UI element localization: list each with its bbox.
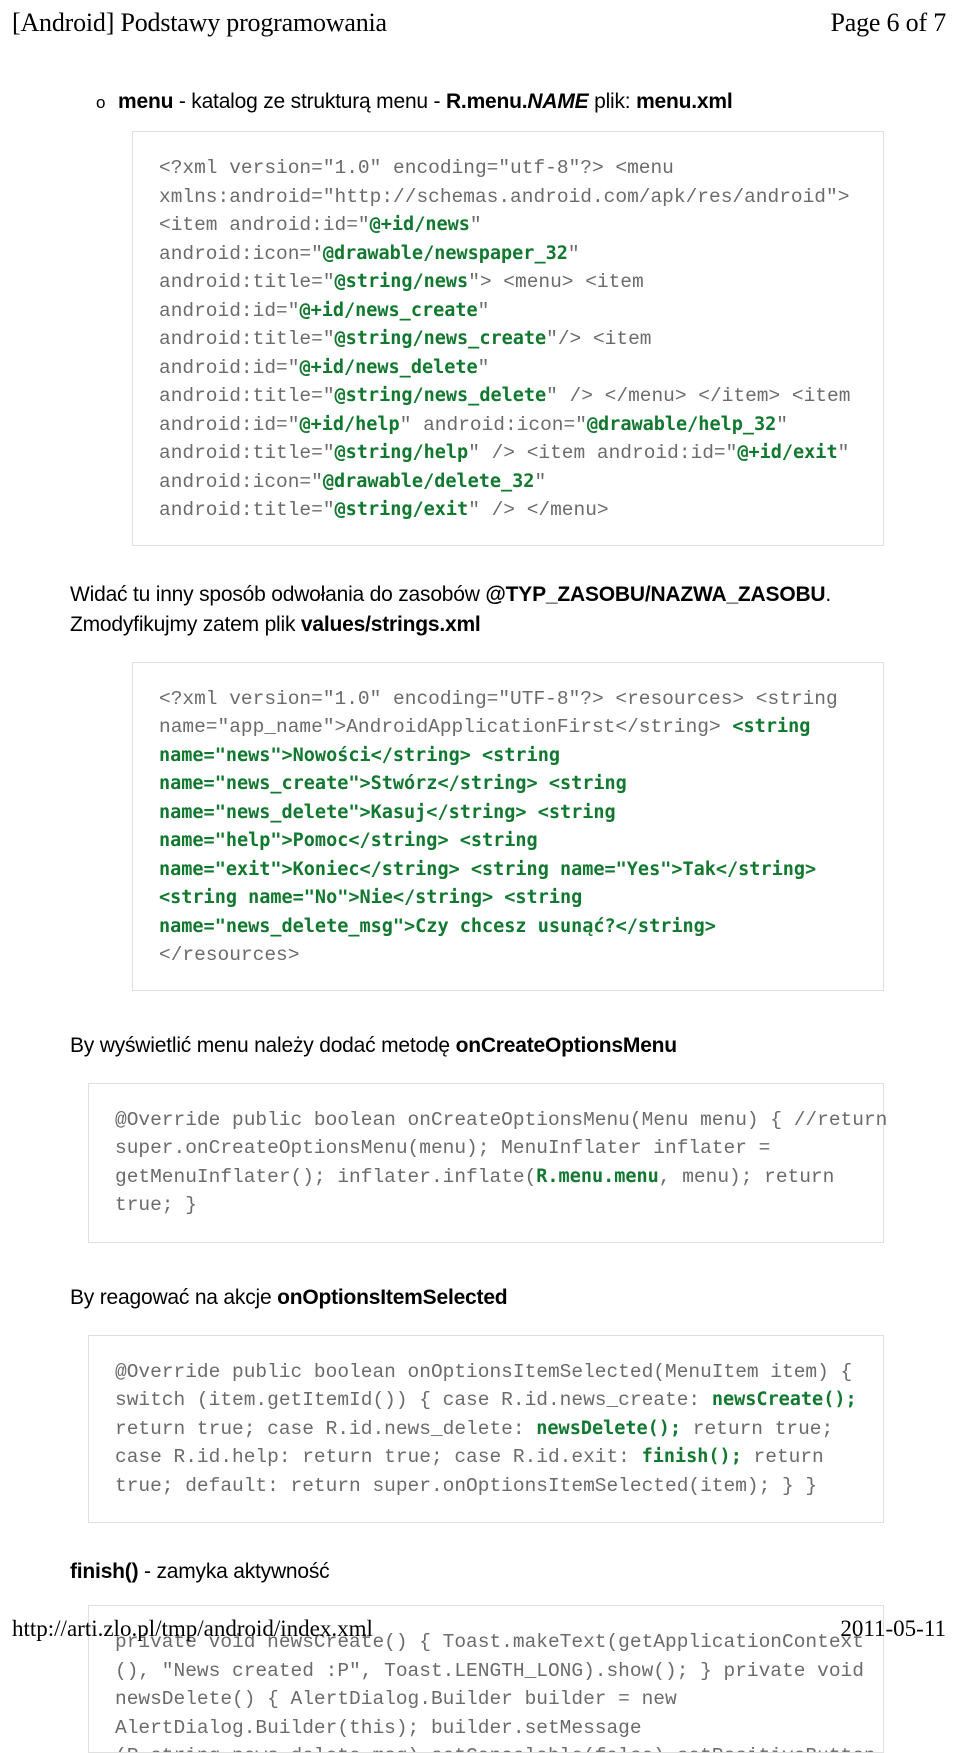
code-value: R.menu.menu: [536, 1165, 659, 1187]
bullet-rmenu: R.menu.: [445, 90, 528, 113]
bullet-plik-label: plik:: [588, 90, 637, 113]
bullet-name-placeholder: NAME: [527, 90, 589, 113]
caption-finish-method: finish() - zamyka aktywność: [0, 1557, 960, 1587]
para-text: Widać tu inny sposób odwołania do zasobó…: [70, 582, 486, 606]
caption-text: By wyświetlić menu należy dodać metodę: [70, 1033, 456, 1057]
bullet-marker-icon: o: [96, 93, 106, 112]
code-newscreate-newsdelete-text: private void newsCreate() { Toast.makeTe…: [115, 1631, 876, 1752]
caption-onoptionsitemselected: By reagować na akcje onOptionsItemSelect…: [0, 1283, 960, 1313]
code-block-menu-xml: <?xml version="1.0" encoding="utf-8"?> <…: [132, 131, 884, 546]
header-document-title: [Android] Podstawy programowania: [12, 8, 387, 37]
code-value: @drawable/delete_32: [322, 470, 535, 492]
bullet-file-menuxml: menu.xml: [636, 90, 733, 113]
code-seg: " android:icon=": [399, 413, 587, 436]
page-running-header: [Android] Podstawy programowania Page 6 …: [12, 8, 946, 38]
caption-text: By reagować na akcje: [70, 1285, 278, 1309]
caption-text: - zamyka aktywność: [138, 1560, 330, 1583]
code-seg: " /> <item android:id=": [468, 442, 738, 464]
method-name-oncreateoptionsmenu: onCreateOptionsMenu: [455, 1033, 678, 1057]
code-value: @+id/news: [369, 214, 470, 235]
code-value: @+id/news_create: [299, 299, 478, 321]
code-seg: <?xml version="1.0" encoding="utf-8"?> <…: [159, 157, 850, 236]
page-content: o menu - katalog ze strukturą menu - R.m…: [0, 88, 960, 1753]
code-value: @+id/exit: [737, 442, 838, 463]
footer-date: 2011-05-11: [840, 1616, 946, 1641]
bullet-item-menu: o menu - katalog ze strukturą menu - R.m…: [0, 88, 960, 117]
code-value: @drawable/help_32: [586, 413, 777, 435]
code-value: <string name="news">Nowości</string> <st…: [159, 716, 817, 937]
code-value: @drawable/newspaper_32: [322, 242, 568, 264]
code-onoptionsitemselected-text: @Override public boolean onOptionsItemSe…: [115, 1358, 857, 1501]
code-value: @string/exit: [334, 499, 469, 520]
code-block-oncreateoptionsmenu: @Override public boolean onCreateOptions…: [88, 1082, 887, 1243]
code-seg: </resources>: [159, 944, 300, 966]
code-block-onoptionsitemselected: @Override public boolean onOptionsItemSe…: [88, 1334, 884, 1523]
file-path-strings-xml: values/strings.xml: [300, 612, 481, 636]
bullet-desc: - katalog ze strukturą menu -: [173, 90, 446, 113]
code-value: @string/help: [334, 442, 469, 463]
document-page: [Android] Podstawy programowania Page 6 …: [0, 0, 960, 1753]
code-menu-xml-text: <?xml version="1.0" encoding="utf-8"?> <…: [159, 154, 857, 525]
code-seg: return true; case R.id.news_delete:: [115, 1417, 525, 1440]
code-value: @+id/news_delete: [299, 356, 478, 378]
code-oncreateoptionsmenu-text: @Override public boolean onCreateOptions…: [115, 1106, 887, 1220]
code-seg: " /> </menu>: [468, 499, 609, 521]
footer-source-url: http://arti.zlo.pl/tmp/android/index.xml: [12, 1616, 373, 1641]
header-page-number: Page 6 of 7: [830, 8, 947, 37]
code-value: @string/news_create: [334, 328, 547, 349]
bullet-keyword-menu: menu: [118, 90, 174, 113]
caption-oncreateoptionsmenu: By wyświetlić menu należy dodać metodę o…: [0, 1031, 960, 1061]
code-value: @string/news_delete: [334, 385, 547, 406]
code-value: newsDelete();: [536, 1417, 682, 1439]
method-name-onoptionsitemselected: onOptionsItemSelected: [277, 1285, 508, 1309]
code-value: newsCreate();: [711, 1389, 857, 1410]
para-text: Zmodyfikujmy zatem plik: [70, 612, 301, 636]
page-running-footer: http://arti.zlo.pl/tmp/android/index.xml…: [12, 1616, 946, 1642]
code-block-strings-xml: <?xml version="1.0" encoding="UTF-8"?> <…: [132, 661, 884, 991]
para-text: .: [825, 582, 832, 606]
paragraph-resource-reference: Widać tu inny sposób odwołania do zasobó…: [0, 580, 960, 640]
code-value: @+id/help: [299, 413, 400, 435]
method-name-finish: finish(): [70, 1560, 139, 1583]
resource-syntax-token: @TYP_ZASOBU/NAZWA_ZASOBU: [485, 582, 826, 606]
code-value: @string/news: [334, 271, 469, 292]
code-value: finish();: [641, 1446, 742, 1467]
code-strings-xml-text: <?xml version="1.0" encoding="UTF-8"?> <…: [159, 685, 857, 970]
bullet-item-label: menu - katalog ze strukturą menu - R.men…: [118, 88, 733, 116]
